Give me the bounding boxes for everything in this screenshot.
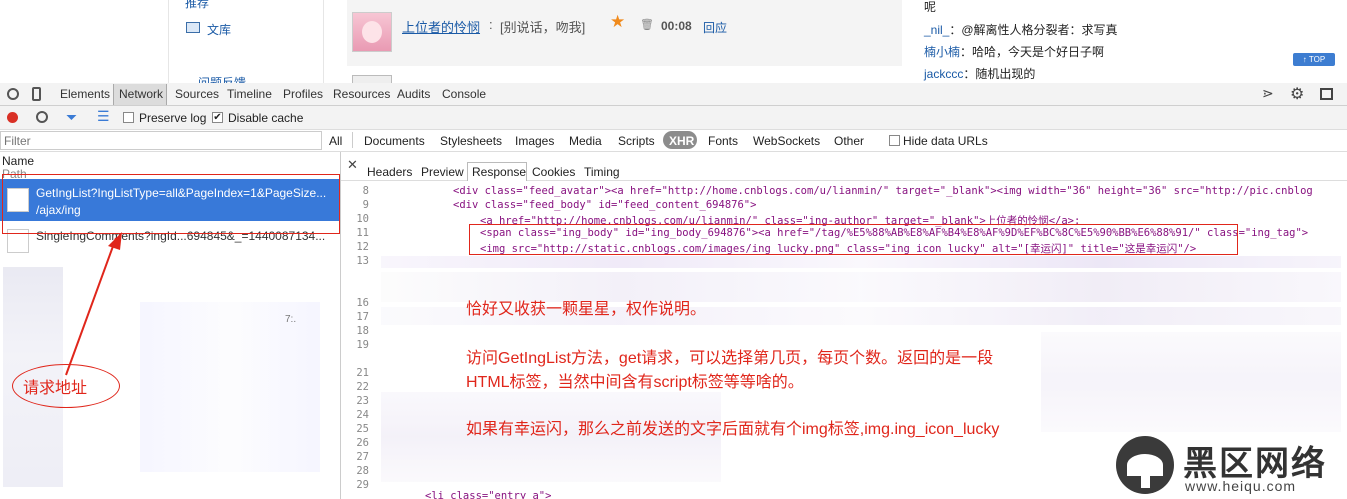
comment-text: 随机出现的: [975, 67, 1036, 81]
tab-resources[interactable]: Resources: [333, 87, 390, 101]
preserve-log-checkbox[interactable]: [123, 112, 134, 123]
comment-text: @解离性人格分裂者：求写真: [961, 23, 1118, 37]
watermark-url: www.heiqu.com: [1185, 478, 1297, 494]
highlight-box: [2, 174, 340, 234]
type-media[interactable]: Media: [569, 134, 602, 148]
tab-cookies[interactable]: Cookies: [532, 165, 575, 179]
type-other[interactable]: Other: [834, 134, 864, 148]
comment-author[interactable]: 楠小楠: [924, 45, 960, 59]
callout-arrow: [65, 232, 122, 376]
type-stylesheets[interactable]: Stylesheets: [440, 134, 502, 148]
console-drawer-icon[interactable]: ⋗: [1262, 85, 1274, 102]
lucky-star-icon: ★: [610, 12, 626, 31]
tab-timeline[interactable]: Timeline: [227, 87, 272, 101]
disable-cache-label: Disable cache: [228, 111, 304, 125]
tab-audits[interactable]: Audits: [397, 87, 430, 101]
watermark-logo: 黑区网络 www.heiqu.com: [1111, 434, 1347, 498]
reply-link[interactable]: 回应: [703, 19, 727, 36]
post-author-link[interactable]: 上位者的怜悯: [402, 17, 480, 36]
webpage-area: 推荐 文库 问题反馈 上位者的怜悯 : [别说话，吻我] ★ 🗑 00:08 回…: [0, 0, 1347, 83]
tab-sources[interactable]: Sources: [175, 87, 219, 101]
devtools-toolbar: Elements Network Sources Timeline Profil…: [0, 83, 1347, 106]
back-to-top-button[interactable]: ↑ TOP: [1293, 53, 1335, 66]
nav-item-library[interactable]: 文库: [207, 21, 231, 38]
nav-item-feedback[interactable]: 问题反馈: [198, 74, 246, 83]
note-star: 恰好又收获一颗星星，权作说明。: [466, 301, 707, 318]
type-images[interactable]: Images: [515, 134, 554, 148]
note-getinglist-2: HTML标签，当然中间含有script标签等等啥的。: [466, 374, 804, 391]
side-text: 呢: [924, 0, 937, 14]
code-line-9: <div class="feed_body" id="feed_content_…: [453, 199, 757, 211]
request-list: Name Path GetIngList?IngListType=all&Pag…: [0, 152, 341, 499]
hide-data-urls-label: Hide data URLs: [903, 134, 988, 148]
gear-icon[interactable]: ⚙: [1290, 84, 1304, 104]
tab-console[interactable]: Console: [442, 87, 486, 101]
record-icon[interactable]: [7, 112, 18, 123]
callout-label: 请求地址: [23, 380, 88, 397]
comment-author[interactable]: _nil_: [924, 23, 949, 37]
tab-preview[interactable]: Preview: [421, 165, 464, 179]
response-pane: ✕ Headers Preview Response Cookies Timin…: [341, 152, 1347, 499]
trash-icon[interactable]: 🗑: [640, 18, 654, 31]
note-lucky: 如果有幸运闪，那么之前发送的文字后面就有个img标签,img.ing_icon_…: [466, 421, 1000, 438]
type-documents[interactable]: Documents: [364, 134, 425, 148]
disable-cache-checkbox[interactable]: ✔: [212, 112, 223, 123]
code-highlight-box: [469, 224, 1238, 255]
tab-timing[interactable]: Timing: [584, 165, 620, 179]
tab-response[interactable]: Response: [472, 165, 526, 179]
side-comment-list: _nil_：@解离性人格分裂者：求写真 楠小楠：哈哈，今天是个好日子啊 jack…: [924, 23, 1118, 81]
tab-elements[interactable]: Elements: [60, 87, 110, 101]
close-icon[interactable]: ✕: [347, 157, 358, 173]
post-time: 00:08: [661, 19, 692, 33]
type-scripts[interactable]: Scripts: [618, 134, 655, 148]
device-mode-icon[interactable]: [32, 87, 41, 101]
comment-author[interactable]: jackccc: [924, 67, 963, 81]
type-fonts[interactable]: Fonts: [708, 134, 738, 148]
dock-icon[interactable]: [1320, 88, 1333, 100]
book-icon: [186, 22, 200, 33]
code-line-bottom: <li class="entry_a">: [425, 490, 552, 499]
nav-item-recommend[interactable]: 推荐: [185, 0, 209, 11]
avatar[interactable]: [352, 12, 392, 52]
resource-type-bar: All Documents Stylesheets Images Media S…: [0, 130, 1347, 152]
type-websockets[interactable]: WebSockets: [753, 134, 820, 148]
network-controls: ⏷ ☰ Preserve log ✔ Disable cache: [0, 106, 1347, 130]
column-name-header[interactable]: Name: [2, 154, 34, 168]
preserve-log-label: Preserve log: [139, 111, 207, 125]
note-getinglist-1: 访问GetIngList方法，get请求，可以选择第几页，每页个数。返回的是一段: [466, 350, 994, 367]
code-line-8: <div class="feed_avatar"><a href="http:/…: [453, 185, 1313, 197]
tab-headers[interactable]: Headers: [367, 165, 412, 179]
tab-profiles[interactable]: Profiles: [283, 87, 323, 101]
filter-funnel-icon[interactable]: ⏷: [66, 109, 77, 126]
line-number-gutter: 8 9 10 11 12 13 16 17 18 19 21 22 23 24 …: [356, 185, 369, 491]
clear-icon[interactable]: [36, 111, 48, 123]
list-view-icon[interactable]: ☰: [97, 108, 110, 125]
tab-network[interactable]: Network: [119, 87, 163, 101]
inspect-icon[interactable]: [7, 88, 19, 100]
type-xhr[interactable]: XHR: [669, 134, 694, 148]
filter-input[interactable]: [0, 131, 322, 150]
post-content: [别说话，吻我]: [500, 20, 586, 35]
hide-data-urls-checkbox[interactable]: [889, 135, 900, 146]
type-all[interactable]: All: [329, 134, 342, 148]
comment-text: 哈哈，今天是个好日子啊: [972, 45, 1105, 59]
